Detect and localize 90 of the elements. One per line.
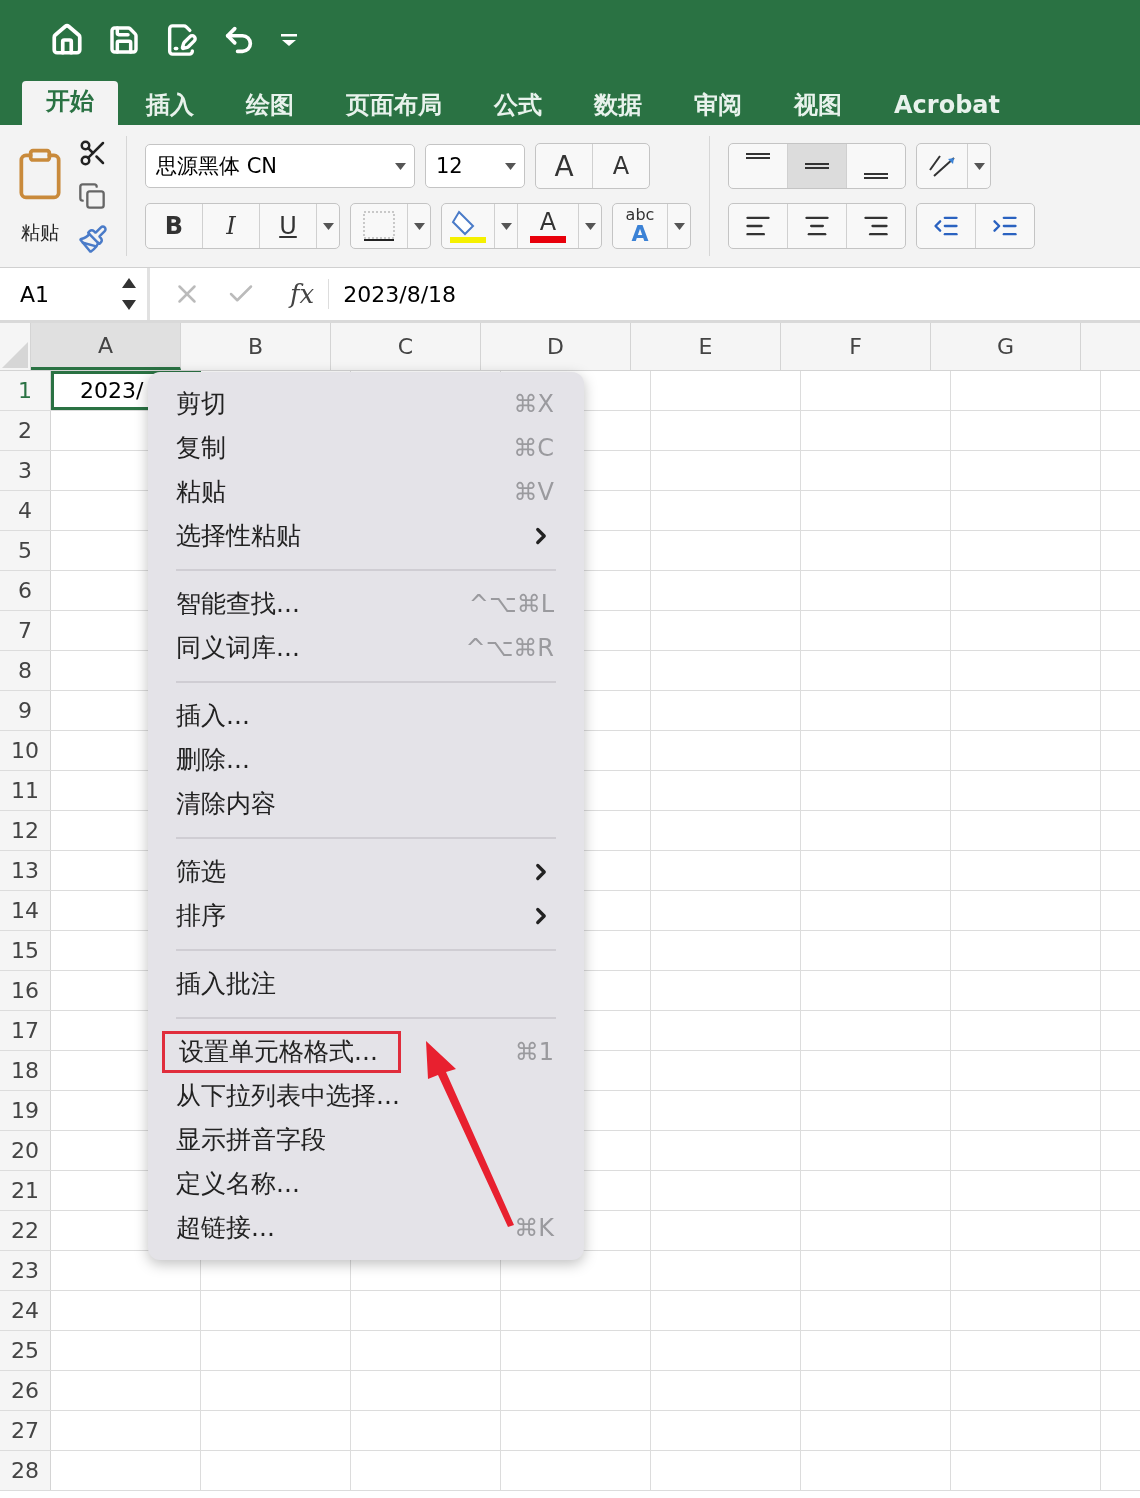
row-header[interactable]: 7 — [0, 611, 51, 650]
row-header[interactable]: 11 — [0, 771, 51, 810]
row-header[interactable]: 19 — [0, 1091, 51, 1130]
ribbon-tab[interactable]: 开始 — [22, 81, 118, 125]
caret-icon[interactable] — [395, 162, 406, 170]
caret-icon[interactable] — [973, 162, 985, 170]
menu-item[interactable]: 插入批注 — [148, 962, 584, 1006]
menu-item[interactable]: 排序 — [148, 894, 584, 938]
row-header[interactable]: 15 — [0, 931, 51, 970]
ribbon-tab[interactable]: 插入 — [122, 85, 218, 125]
caret-icon[interactable] — [500, 222, 512, 230]
italic-button[interactable]: I — [203, 204, 260, 248]
row-header[interactable]: 28 — [0, 1451, 51, 1490]
column-header[interactable]: B — [181, 323, 331, 370]
row-header[interactable]: 22 — [0, 1211, 51, 1250]
row-header[interactable]: 21 — [0, 1171, 51, 1210]
column-header[interactable]: A — [31, 323, 181, 370]
lines-icon — [804, 163, 830, 169]
ribbon-tab[interactable]: 公式 — [470, 85, 566, 125]
stepper-icon[interactable] — [121, 276, 137, 312]
row-header[interactable]: 5 — [0, 531, 51, 570]
menu-item[interactable]: 选择性粘贴 — [148, 514, 584, 558]
menu-item[interactable]: 粘贴 ⌘V — [148, 470, 584, 514]
paste-label[interactable]: 粘贴 — [21, 220, 59, 246]
name-box[interactable]: A1 — [0, 268, 150, 320]
row-header[interactable]: 6 — [0, 571, 51, 610]
copy-icon[interactable] — [78, 182, 106, 210]
underline-button[interactable]: U — [260, 204, 317, 248]
menu-item[interactable]: 筛选 — [148, 850, 584, 894]
row-header[interactable]: 24 — [0, 1291, 51, 1330]
column-header[interactable]: F — [781, 323, 931, 370]
row-header[interactable]: 26 — [0, 1371, 51, 1410]
caret-icon[interactable] — [673, 222, 685, 230]
row-header[interactable]: 17 — [0, 1011, 51, 1050]
caret-icon[interactable] — [584, 222, 596, 230]
borders-icon[interactable] — [362, 210, 396, 242]
caret-icon[interactable] — [322, 222, 334, 230]
row-header[interactable]: 3 — [0, 451, 51, 490]
row-header[interactable]: 2 — [0, 411, 51, 450]
lines-icon — [863, 173, 889, 179]
grow-font-button[interactable]: A — [536, 144, 593, 188]
row-header[interactable]: 23 — [0, 1251, 51, 1290]
formula-field[interactable]: 2023/8/18 — [329, 281, 457, 307]
caret-icon[interactable] — [413, 222, 425, 230]
customize-toolbar-icon[interactable] — [280, 32, 298, 48]
row-header[interactable]: 12 — [0, 811, 51, 850]
menu-item[interactable]: 复制 ⌘C — [148, 426, 584, 470]
menu-item[interactable]: 插入... — [148, 694, 584, 738]
home-icon[interactable] — [50, 23, 84, 57]
fill-color-icon[interactable] — [449, 208, 487, 244]
ribbon-tab[interactable]: 视图 — [770, 85, 866, 125]
row-header[interactable]: 9 — [0, 691, 51, 730]
ribbon-tab[interactable]: Acrobat — [870, 85, 1024, 125]
row-header[interactable]: 1 — [0, 371, 51, 410]
column-header[interactable]: E — [631, 323, 781, 370]
menu-item[interactable]: 删除... — [148, 738, 584, 782]
menu-item[interactable]: 超链接... ⌘K — [148, 1206, 584, 1250]
row-header[interactable]: 13 — [0, 851, 51, 890]
menu-item[interactable]: 智能查找... ^⌥⌘L — [148, 582, 584, 626]
column-header[interactable]: D — [481, 323, 631, 370]
ribbon-tab[interactable]: 数据 — [570, 85, 666, 125]
row-header[interactable]: 25 — [0, 1331, 51, 1370]
menu-item[interactable]: 清除内容 — [148, 782, 584, 826]
row-header[interactable]: 4 — [0, 491, 51, 530]
vertical-align-button[interactable] — [788, 144, 847, 188]
save-icon[interactable] — [108, 24, 140, 56]
font-name-field[interactable]: 思源黑体 CN — [145, 144, 415, 188]
row-header[interactable]: 16 — [0, 971, 51, 1010]
row-header[interactable]: 14 — [0, 891, 51, 930]
row-header[interactable]: 18 — [0, 1051, 51, 1090]
menu-item[interactable]: 显示拼音字段 — [148, 1118, 584, 1162]
ribbon-tab[interactable]: 绘图 — [222, 85, 318, 125]
ribbon-tab[interactable]: 页面布局 — [322, 85, 466, 125]
menu-item[interactable]: 同义词库... ^⌥⌘R — [148, 626, 584, 670]
column-header[interactable]: G — [931, 323, 1081, 370]
menu-item[interactable]: 定义名称... — [148, 1162, 584, 1206]
ribbon-tab[interactable]: 审阅 — [670, 85, 766, 125]
menu-item[interactable]: 从下拉列表中选择... — [148, 1074, 584, 1118]
row-header[interactable]: 27 — [0, 1411, 51, 1450]
column-header[interactable]: C — [331, 323, 481, 370]
shrink-font-button[interactable]: A — [593, 144, 649, 188]
bold-button[interactable]: B — [146, 204, 203, 248]
lines-icon — [745, 153, 771, 159]
row-header[interactable]: 10 — [0, 731, 51, 770]
caret-icon[interactable] — [505, 162, 516, 170]
insert-function-button[interactable]: fx — [270, 279, 330, 309]
row-header[interactable]: 20 — [0, 1131, 51, 1170]
row-header[interactable]: 8 — [0, 651, 51, 690]
format-painter-icon[interactable] — [78, 224, 108, 254]
font-size-field[interactable]: 12 — [425, 144, 525, 188]
